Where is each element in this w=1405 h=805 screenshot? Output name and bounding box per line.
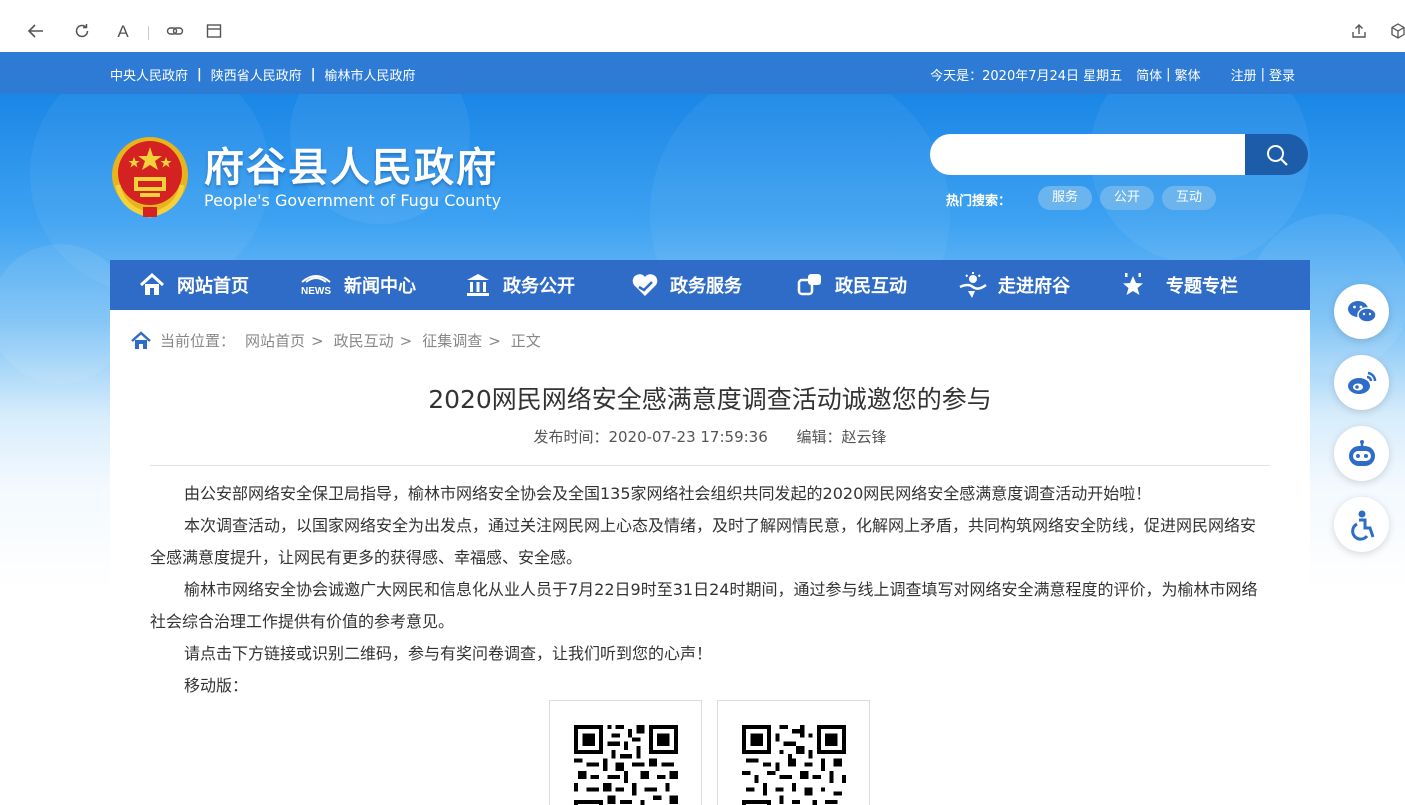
hot-tag-public[interactable]: 公开 bbox=[1100, 186, 1155, 210]
site-subtitle: People's Government of Fugu County bbox=[204, 191, 502, 210]
login-separator: | bbox=[1260, 67, 1265, 82]
heart-hand-icon bbox=[630, 270, 660, 300]
reader-icon[interactable] bbox=[204, 22, 224, 42]
main-nav: 网站首页 NEWS 新闻中心 政务公开 政务服务 政民互动 走进府谷 专题专栏 bbox=[110, 260, 1310, 310]
link-shaanxi-gov[interactable]: 陕西省人民政府 bbox=[211, 65, 302, 84]
home-icon bbox=[130, 330, 152, 351]
lang-simplified[interactable]: 简体 bbox=[1136, 65, 1162, 84]
nav-item-gov-public[interactable]: 政务公开 bbox=[463, 260, 575, 310]
nav-item-gov-service[interactable]: 政务服务 bbox=[630, 260, 742, 310]
nav-label: 新闻中心 bbox=[344, 276, 416, 297]
nav-label: 网站首页 bbox=[177, 276, 249, 297]
lang-traditional[interactable]: 繁体 bbox=[1175, 65, 1201, 84]
font-size-button[interactable]: A bbox=[113, 22, 133, 42]
link-separator: | bbox=[197, 67, 202, 82]
weibo-share-button[interactable] bbox=[1334, 355, 1389, 410]
link-separator: | bbox=[310, 67, 316, 82]
star-icon bbox=[1118, 270, 1148, 300]
link-icon[interactable] bbox=[165, 22, 185, 42]
login-link[interactable]: 登录 bbox=[1269, 65, 1295, 84]
wechat-icon bbox=[1347, 300, 1377, 323]
article-meta: 发布时间：2020-07-23 17:59:36 编辑：赵云锋 bbox=[110, 426, 1310, 447]
nav-label: 政务公开 bbox=[503, 276, 575, 297]
search-button[interactable] bbox=[1245, 134, 1308, 175]
top-strip: 中央人民政府 | 陕西省人民政府 | 榆林市人民政府 今天是：2020年7月24… bbox=[0, 52, 1405, 94]
news-icon: NEWS bbox=[298, 270, 334, 300]
home-icon bbox=[137, 270, 167, 300]
accessibility-button[interactable] bbox=[1334, 497, 1389, 552]
article-body: 由公安部网络安全保卫局指导，榆林市网络安全协会及全国135家网络社会组织共同发起… bbox=[150, 478, 1270, 702]
paragraph: 榆林市网络安全协会诚邀广大网民和信息化从业人员于7月22日9时至31日24时期间… bbox=[150, 580, 1258, 631]
qr-code-icon bbox=[742, 725, 846, 805]
national-emblem-icon bbox=[110, 133, 190, 219]
publish-time: 发布时间：2020-07-23 17:59:36 bbox=[533, 428, 768, 446]
lang-separator: | bbox=[1166, 67, 1171, 82]
hot-tag-interact[interactable]: 互动 bbox=[1162, 186, 1217, 210]
article-editor: 编辑：赵云锋 bbox=[796, 428, 887, 446]
nav-label: 专题专栏 bbox=[1166, 276, 1238, 297]
article-title: 2020网民网络安全感满意度调查活动诚邀您的参与 bbox=[428, 385, 992, 414]
robot-icon bbox=[1348, 439, 1375, 466]
breadcrumb-interaction[interactable]: 政民互动 bbox=[334, 330, 394, 351]
title-divider bbox=[150, 465, 1270, 466]
share-icon[interactable] bbox=[1349, 22, 1369, 42]
nav-item-interaction[interactable]: 政民互动 bbox=[795, 260, 907, 310]
breadcrumb-label: 当前位置： bbox=[160, 332, 236, 350]
back-arrow-icon[interactable] bbox=[26, 22, 46, 42]
breadcrumb-survey[interactable]: 征集调查 bbox=[422, 330, 482, 351]
link-central-gov[interactable]: 中央人民政府 bbox=[110, 65, 188, 84]
breadcrumb-home[interactable]: 网站首页 bbox=[245, 330, 305, 351]
article-panel: 当前位置： 网站首页 > 政民互动 > 征集调查 > 正文 2020网民网络安全… bbox=[110, 310, 1310, 805]
robot-assistant-button[interactable] bbox=[1334, 426, 1389, 481]
breadcrumb: 当前位置： 网站首页 > 政民互动 > 征集调查 > 正文 bbox=[130, 330, 547, 351]
nav-label: 走进府谷 bbox=[998, 276, 1070, 297]
paragraph: 请点击下方链接或识别二维码，参与有奖问卷调查，让我们听到您的心声！ bbox=[184, 644, 713, 663]
nav-label: 政务服务 bbox=[670, 276, 742, 297]
hot-search-label: 热门搜索： bbox=[946, 194, 1012, 209]
site-title: 府谷县人民政府 bbox=[204, 145, 498, 191]
toolbar-divider bbox=[148, 26, 149, 40]
browser-toolbar: A bbox=[0, 0, 1405, 52]
date-text: 今天是：2020年7月24日 星期五 bbox=[930, 69, 1123, 84]
paragraph: 本次调查活动，以国家网络安全为出发点，通过关注网民网上心态及情绪，及时了解网情民… bbox=[150, 516, 1257, 567]
hot-tag-service[interactable]: 服务 bbox=[1038, 186, 1093, 210]
nav-item-special[interactable]: 专题专栏 bbox=[1118, 260, 1238, 310]
link-yulin-gov[interactable]: 榆林市人民政府 bbox=[325, 65, 416, 84]
qr-code-card[interactable] bbox=[549, 700, 702, 805]
search-input[interactable] bbox=[930, 134, 1246, 175]
government-building-icon bbox=[463, 270, 493, 300]
gov-links: 中央人民政府 | 陕西省人民政府 | 榆林市人民政府 bbox=[110, 65, 416, 84]
register-link[interactable]: 注册 bbox=[1231, 65, 1257, 84]
accessibility-icon bbox=[1350, 510, 1374, 541]
cube-icon[interactable] bbox=[1388, 22, 1405, 42]
nav-item-home[interactable]: 网站首页 bbox=[137, 260, 249, 310]
breadcrumb-arrow: > bbox=[488, 331, 501, 350]
nav-label: 政民互动 bbox=[835, 276, 907, 297]
reload-icon[interactable] bbox=[72, 22, 92, 42]
search-icon bbox=[1266, 144, 1288, 166]
qr-code-icon bbox=[574, 725, 678, 805]
paragraph: 由公安部网络安全保卫局指导，榆林市网络安全协会及全国135家网络社会组织共同发起… bbox=[184, 484, 1152, 503]
weibo-icon bbox=[1347, 371, 1376, 394]
breadcrumb-arrow: > bbox=[311, 331, 324, 350]
wechat-share-button[interactable] bbox=[1334, 284, 1389, 339]
qr-code-card[interactable] bbox=[717, 700, 870, 805]
interaction-icon bbox=[795, 270, 825, 300]
breadcrumb-arrow: > bbox=[399, 331, 413, 350]
nav-item-enter-fugu[interactable]: 走进府谷 bbox=[958, 260, 1070, 310]
svg-text:NEWS: NEWS bbox=[301, 286, 331, 297]
top-strip-right: 今天是：2020年7月24日 星期五 简体 | 繁体 注册 | 登录 bbox=[930, 65, 1295, 84]
paragraph: 移动版： bbox=[184, 676, 249, 695]
landscape-icon bbox=[958, 270, 988, 300]
breadcrumb-current: 正文 bbox=[510, 332, 541, 350]
nav-item-news[interactable]: NEWS 新闻中心 bbox=[298, 260, 416, 310]
